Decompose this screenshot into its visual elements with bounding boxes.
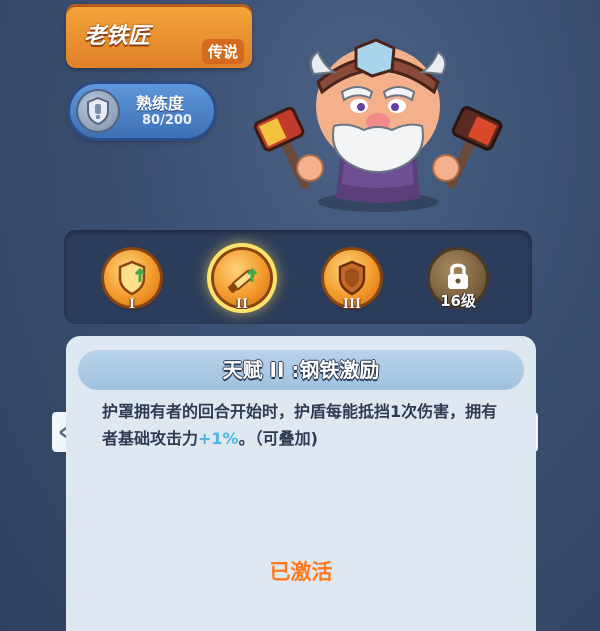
- talent-title: 天赋 II :钢铁激励: [78, 350, 524, 390]
- blacksmith-character-portrait: [248, 26, 508, 216]
- talent-roman: III: [342, 297, 362, 312]
- talent-selector: I II III 16级: [64, 230, 532, 324]
- talent-badge-3[interactable]: III: [320, 246, 384, 312]
- talent-badge-1[interactable]: I: [100, 246, 164, 312]
- desc-text-after: 。（可叠加): [238, 429, 318, 448]
- proficiency-pill[interactable]: 熟练度 80/200: [70, 84, 214, 138]
- hero-name-banner: 老铁匠 传说: [66, 4, 252, 68]
- medal-shield-icon: [78, 91, 118, 131]
- desc-highlight: +1%: [198, 429, 239, 448]
- talent-roman: I: [128, 297, 136, 312]
- talent-badge-2[interactable]: II: [210, 246, 274, 312]
- talent-detail-panel: 天赋 II :钢铁激励 护罩拥有者的回合开始时，护盾每能抵挡1次伤害，拥有者基础…: [66, 336, 536, 631]
- unlock-level: 16级: [440, 292, 476, 310]
- rarity-badge: 传说: [201, 39, 244, 64]
- talent-description: 护罩拥有者的回合开始时，护盾每能抵挡1次伤害，拥有者基础攻击力+1%。（可叠加): [102, 398, 510, 452]
- talent-roman: II: [235, 297, 249, 312]
- proficiency-value: 80/200: [142, 113, 192, 128]
- activation-status: 已激活: [269, 560, 333, 584]
- proficiency-label: 熟练度: [136, 94, 185, 113]
- hero-name: 老铁匠: [84, 24, 151, 49]
- talent-badge-locked[interactable]: 16级: [426, 246, 490, 310]
